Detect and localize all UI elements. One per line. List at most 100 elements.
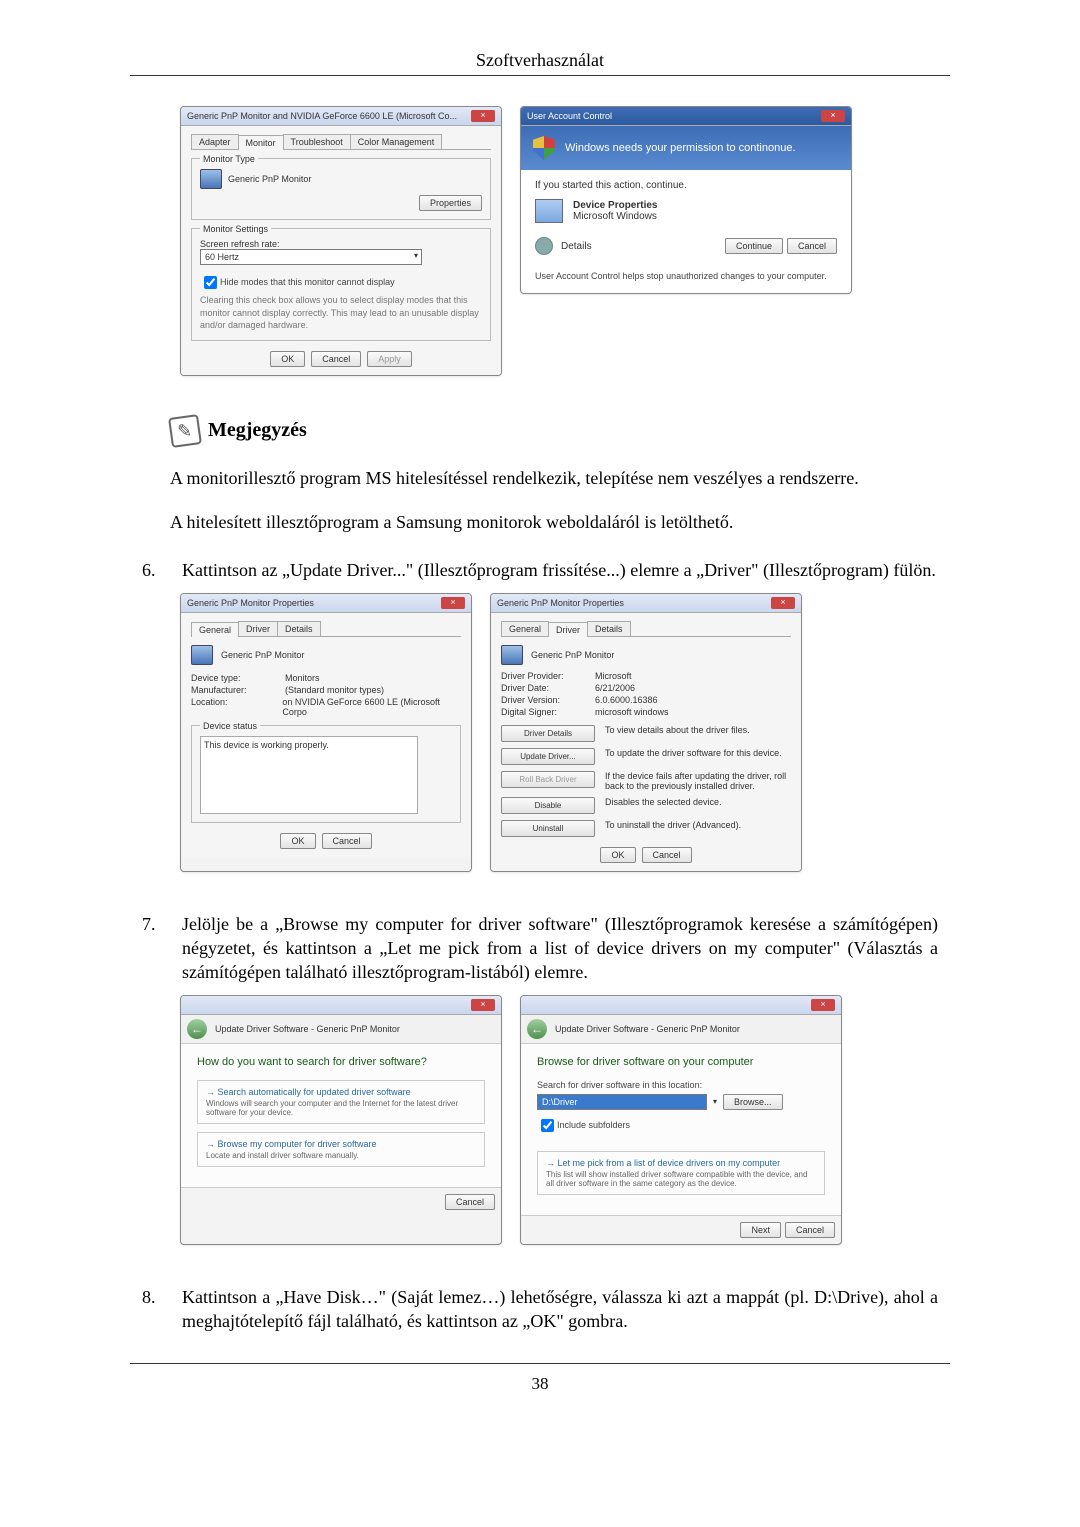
monitor-icon — [191, 645, 213, 665]
cancel-button[interactable]: Cancel — [322, 833, 372, 849]
provider-label: Driver Provider: — [501, 671, 581, 681]
note-label: Megjegyzés — [208, 419, 307, 442]
device-status-text: This device is working properly. — [200, 736, 418, 814]
signer-value: microsoft windows — [595, 707, 669, 717]
tab-driver[interactable]: Driver — [548, 622, 588, 637]
divider — [130, 75, 950, 76]
monitor-type-legend: Monitor Type — [200, 154, 258, 164]
cancel-button[interactable]: Cancel — [642, 847, 692, 863]
monitor-name: Generic PnP Monitor — [228, 174, 311, 184]
title-text: Generic PnP Monitor Properties — [187, 598, 314, 608]
option-pick-from-list[interactable]: → Let me pick from a list of device driv… — [537, 1151, 825, 1195]
tab-details[interactable]: Details — [277, 621, 321, 636]
wizard-title: How do you want to search for driver sof… — [197, 1056, 485, 1068]
provider-value: Microsoft — [595, 671, 632, 681]
location-label: Location: — [191, 697, 268, 717]
cancel-button[interactable]: Cancel — [785, 1222, 835, 1238]
driver-details-desc: To view details about the driver files. — [605, 725, 791, 735]
path-input[interactable]: D:\Driver — [537, 1094, 707, 1110]
step-number: 8. — [142, 1285, 182, 1334]
tab-general[interactable]: General — [191, 622, 239, 637]
back-icon[interactable]: ← — [527, 1019, 547, 1039]
close-icon[interactable]: × — [471, 110, 495, 122]
monitor-properties-dialog: Generic PnP Monitor and NVIDIA GeForce 6… — [180, 106, 502, 376]
disable-button[interactable]: Disable — [501, 797, 595, 814]
note-paragraph-1: A monitorillesztő program MS hitelesítés… — [170, 466, 910, 490]
update-driver-wizard-browse: × ← Update Driver Software - Generic PnP… — [520, 995, 842, 1245]
manufacturer-label: Manufacturer: — [191, 685, 271, 695]
refresh-rate-select[interactable]: 60 Hertz — [200, 249, 422, 265]
uac-dialog: User Account Control × Windows needs you… — [520, 106, 852, 294]
cancel-button[interactable]: Cancel — [787, 238, 837, 254]
monitor-settings-legend: Monitor Settings — [200, 224, 271, 234]
cancel-button[interactable]: Cancel — [311, 351, 361, 367]
next-button[interactable]: Next — [740, 1222, 781, 1238]
tab-general[interactable]: General — [501, 621, 549, 636]
close-icon[interactable]: × — [471, 999, 495, 1011]
date-label: Driver Date: — [501, 683, 581, 693]
continue-button[interactable]: Continue — [725, 238, 783, 254]
properties-general-dialog: Generic PnP Monitor Properties × General… — [180, 593, 472, 872]
close-icon[interactable]: × — [771, 597, 795, 609]
back-icon[interactable]: ← — [187, 1019, 207, 1039]
cancel-button[interactable]: Cancel — [445, 1194, 495, 1210]
page-header: Szoftverhasználat — [130, 50, 950, 71]
update-driver-button[interactable]: Update Driver... — [501, 748, 595, 765]
app-vendor: Microsoft Windows — [573, 211, 658, 222]
device-type-value: Monitors — [285, 673, 320, 683]
breadcrumb: Update Driver Software - Generic PnP Mon… — [215, 1024, 400, 1034]
properties-driver-dialog: Generic PnP Monitor Properties × General… — [490, 593, 802, 872]
step-number: 7. — [142, 912, 182, 985]
tab-details[interactable]: Details — [587, 621, 631, 636]
option-search-auto[interactable]: → Search automatically for updated drive… — [197, 1080, 485, 1124]
version-label: Driver Version: — [501, 695, 581, 705]
title-text: Generic PnP Monitor and NVIDIA GeForce 6… — [187, 111, 457, 121]
app-name: Device Properties — [573, 200, 658, 211]
include-subfolders-checkbox[interactable] — [541, 1119, 554, 1132]
tab-color-management[interactable]: Color Management — [350, 134, 443, 149]
hide-modes-desc: Clearing this check box allows you to se… — [200, 294, 482, 332]
rollback-driver-desc: If the device fails after updating the d… — [605, 771, 791, 791]
ok-button[interactable]: OK — [280, 833, 315, 849]
app-icon — [535, 199, 563, 223]
device-name: Generic PnP Monitor — [221, 650, 304, 660]
uac-banner-text: Windows needs your permission to contino… — [565, 142, 796, 154]
uninstall-button[interactable]: Uninstall — [501, 820, 595, 837]
breadcrumb: Update Driver Software - Generic PnP Mon… — [555, 1024, 740, 1034]
signer-label: Digital Signer: — [501, 707, 581, 717]
disable-desc: Disables the selected device. — [605, 797, 791, 807]
device-name: Generic PnP Monitor — [531, 650, 614, 660]
update-driver-desc: To update the driver software for this d… — [605, 748, 791, 758]
divider — [130, 1363, 950, 1364]
rollback-driver-button: Roll Back Driver — [501, 771, 595, 788]
ok-button[interactable]: OK — [600, 847, 635, 863]
monitor-icon — [501, 645, 523, 665]
hide-modes-checkbox[interactable] — [204, 276, 217, 289]
step-text: Jelölje be a „Browse my computer for dri… — [182, 912, 938, 985]
update-driver-wizard-search: × ← Update Driver Software - Generic PnP… — [180, 995, 502, 1245]
shield-icon — [533, 136, 555, 160]
close-icon[interactable]: × — [441, 597, 465, 609]
device-type-label: Device type: — [191, 673, 271, 683]
close-icon[interactable]: × — [811, 999, 835, 1011]
page-number: 38 — [130, 1374, 950, 1394]
ok-button[interactable]: OK — [270, 351, 305, 367]
refresh-label: Screen refresh rate: — [200, 239, 482, 249]
browse-button[interactable]: Browse... — [723, 1094, 783, 1110]
step-text: Kattintson a „Have Disk…" (Saját lemez…)… — [182, 1285, 938, 1334]
step-number: 6. — [142, 558, 182, 582]
option-browse-computer[interactable]: → Browse my computer for driver software… — [197, 1132, 485, 1167]
close-icon[interactable]: × — [821, 110, 845, 122]
tab-monitor[interactable]: Monitor — [238, 135, 284, 150]
driver-details-button[interactable]: Driver Details — [501, 725, 595, 742]
uac-started-text: If you started this action, continue. — [535, 180, 837, 191]
tab-troubleshoot[interactable]: Troubleshoot — [283, 134, 351, 149]
uninstall-desc: To uninstall the driver (Advanced). — [605, 820, 791, 830]
location-value: on NVIDIA GeForce 6600 LE (Microsoft Cor… — [282, 697, 461, 717]
wizard-title: Browse for driver software on your compu… — [537, 1056, 825, 1068]
tab-adapter[interactable]: Adapter — [191, 134, 239, 149]
tab-driver[interactable]: Driver — [238, 621, 278, 636]
chevron-down-icon[interactable] — [535, 237, 553, 255]
properties-button[interactable]: Properties — [419, 195, 482, 211]
details-toggle[interactable]: Details — [561, 241, 592, 252]
